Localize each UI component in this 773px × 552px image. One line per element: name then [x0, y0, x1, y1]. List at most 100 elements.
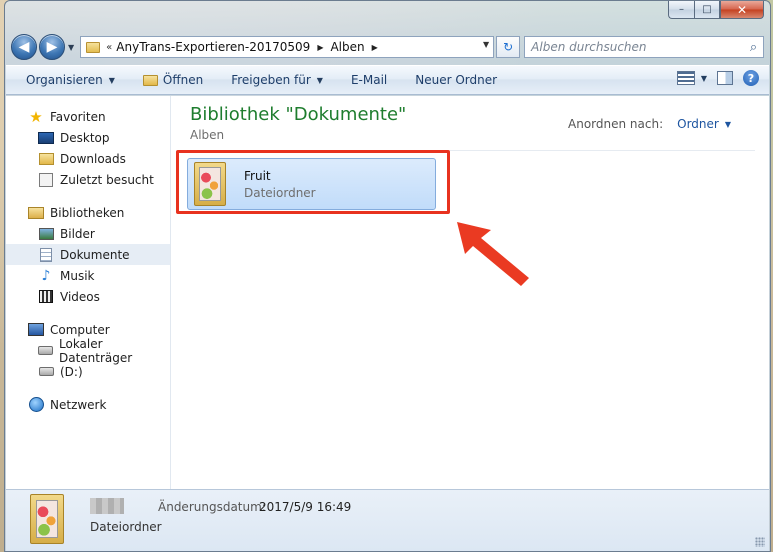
open-label: Öffnen: [162, 73, 204, 87]
forward-button[interactable]: ▶: [39, 34, 65, 60]
search-icon[interactable]: ⌕: [750, 40, 757, 55]
library-subtitle: Alben: [190, 128, 225, 142]
view-controls: ▼ ?: [676, 70, 759, 86]
arrange-by-control[interactable]: Anordnen nach: Ordner ▼: [568, 117, 731, 131]
back-button[interactable]: ◀: [11, 34, 37, 60]
breadcrumb-separator-icon[interactable]: ▶: [317, 43, 323, 52]
navigation-bar: ◀ ▶ ▼ « AnyTrans-Exportieren-20170509 ▶ …: [5, 31, 770, 63]
sidebar-item-recent[interactable]: Zuletzt besucht: [6, 169, 170, 190]
breadcrumb-segment[interactable]: AnyTrans-Exportieren-20170509: [116, 40, 310, 54]
documents-icon-wrap: [38, 247, 54, 262]
sidebar-item-label: Videos: [60, 289, 100, 304]
sidebar-item-videos[interactable]: Videos: [6, 286, 170, 307]
desktop-icon: [38, 131, 54, 144]
sidebar-item-local-disk[interactable]: Lokaler Datenträger: [6, 337, 170, 365]
sidebar-item-libraries[interactable]: Bibliotheken: [6, 202, 170, 223]
close-button[interactable]: ✕: [720, 1, 764, 19]
minimize-button[interactable]: –: [668, 1, 694, 19]
sidebar-item-label: Desktop: [60, 130, 110, 145]
new-folder-label: Neuer Ordner: [415, 73, 498, 87]
computer-icon: [28, 323, 44, 336]
address-history-dropdown[interactable]: ▼: [483, 40, 489, 49]
details-type: Dateiordner: [90, 520, 162, 534]
organize-button[interactable]: Organisieren ▼: [12, 66, 129, 94]
details-folder-icon: [30, 494, 64, 544]
maximize-button[interactable]: □: [694, 1, 720, 19]
favorites-group: ★ Favoriten Desktop Downloads Zuletzt be…: [6, 106, 170, 190]
resize-grip[interactable]: [755, 537, 765, 547]
photo-preview: [36, 500, 58, 538]
preview-pane-icon[interactable]: [717, 71, 733, 85]
breadcrumb-segment[interactable]: Alben: [330, 40, 364, 54]
sidebar-item-pictures[interactable]: Bilder: [6, 223, 170, 244]
network-icon-wrap: [28, 397, 44, 412]
local-disk-icon-wrap: [38, 344, 53, 358]
sidebar-item-label: Favoriten: [50, 109, 106, 124]
libraries-icon-wrap: [28, 206, 44, 220]
sidebar-item-label: Bilder: [60, 226, 95, 241]
chevron-down-icon: ▼: [108, 75, 115, 85]
share-button[interactable]: Freigeben für ▼: [217, 66, 337, 94]
hard-drive-icon: [38, 346, 53, 355]
navigation-pane: ★ Favoriten Desktop Downloads Zuletzt be…: [6, 96, 171, 489]
videos-icon-wrap: [38, 290, 54, 304]
sidebar-item-downloads[interactable]: Downloads: [6, 148, 170, 169]
film-strip-icon: [39, 290, 53, 303]
sidebar-item-favorites[interactable]: ★ Favoriten: [6, 106, 170, 127]
share-label: Freigeben für: [231, 73, 311, 87]
open-folder-icon: [142, 74, 158, 86]
view-options-dropdown[interactable]: ▼: [701, 74, 707, 83]
modified-date-label: Änderungsdatum:: [158, 500, 266, 514]
arrange-value[interactable]: Ordner: [677, 117, 719, 131]
folder-icon: [86, 41, 101, 53]
desktop-icon-wrap: [38, 131, 54, 145]
breadcrumb-separator-icon[interactable]: ▶: [372, 43, 378, 52]
chevron-down-icon[interactable]: ▼: [725, 120, 731, 129]
email-label: E-Mail: [350, 73, 388, 87]
address-bar[interactable]: « AnyTrans-Exportieren-20170509 ▶ Alben …: [80, 36, 495, 58]
sidebar-item-network[interactable]: Netzwerk: [6, 394, 170, 415]
modified-date-value: 2017/5/9 16:49: [259, 500, 352, 514]
sidebar-item-music[interactable]: ♪ Musik: [6, 265, 170, 286]
downloads-folder-icon: [38, 152, 54, 165]
refresh-button[interactable]: ↻: [496, 36, 521, 58]
details-pane: Dateiordner Änderungsdatum: 2017/5/9 16:…: [6, 489, 769, 551]
documents-icon: [40, 247, 52, 262]
recent-pages-dropdown[interactable]: ▼: [68, 43, 74, 52]
pictures-icon-wrap: [38, 227, 54, 241]
sidebar-item-desktop[interactable]: Desktop: [6, 127, 170, 148]
star-icon: ★: [29, 107, 43, 126]
caption-buttons: – □ ✕: [668, 1, 764, 19]
sidebar-item-label: Dokumente: [60, 247, 130, 262]
pictures-icon: [38, 227, 54, 240]
network-group: Netzwerk: [6, 394, 170, 415]
sidebar-item-label: Musik: [60, 268, 95, 283]
overflow-chevron-icon[interactable]: «: [106, 42, 112, 53]
library-title: Bibliothek "Dokumente": [190, 104, 407, 125]
pointer-arrow-icon: [457, 222, 529, 286]
network-globe-icon: [28, 397, 44, 412]
sidebar-item-label: Computer: [50, 322, 110, 337]
sidebar-item-label: Lokaler Datenträger: [59, 336, 133, 365]
libraries-group: Bibliotheken Bilder Dokumente ♪ Musik Vi…: [6, 202, 170, 307]
downloads-icon-wrap: [38, 152, 54, 166]
sidebar-item-label: (D:): [60, 364, 83, 379]
search-input[interactable]: Alben durchsuchen ⌕: [524, 36, 765, 58]
search-placeholder: Alben durchsuchen: [531, 40, 647, 54]
help-icon[interactable]: ?: [743, 70, 759, 86]
computer-group: Computer Lokaler Datenträger (D:): [6, 319, 170, 382]
arrange-label: Anordnen nach:: [568, 117, 664, 131]
open-button[interactable]: Öffnen: [129, 66, 217, 94]
sidebar-item-label: Downloads: [60, 151, 126, 166]
hard-drive-icon: [38, 367, 54, 376]
music-note-icon: ♪: [41, 267, 51, 284]
sidebar-item-documents[interactable]: Dokumente: [6, 244, 170, 265]
computer-icon-wrap: [28, 323, 44, 337]
sidebar-item-label: Netzwerk: [50, 397, 107, 412]
email-button[interactable]: E-Mail: [337, 66, 401, 94]
new-folder-button[interactable]: Neuer Ordner: [401, 66, 511, 94]
recent-icon-wrap: [38, 172, 54, 187]
sidebar-item-label: Bibliotheken: [50, 205, 125, 220]
highlight-box: [176, 150, 450, 214]
change-view-icon[interactable]: [676, 71, 695, 85]
